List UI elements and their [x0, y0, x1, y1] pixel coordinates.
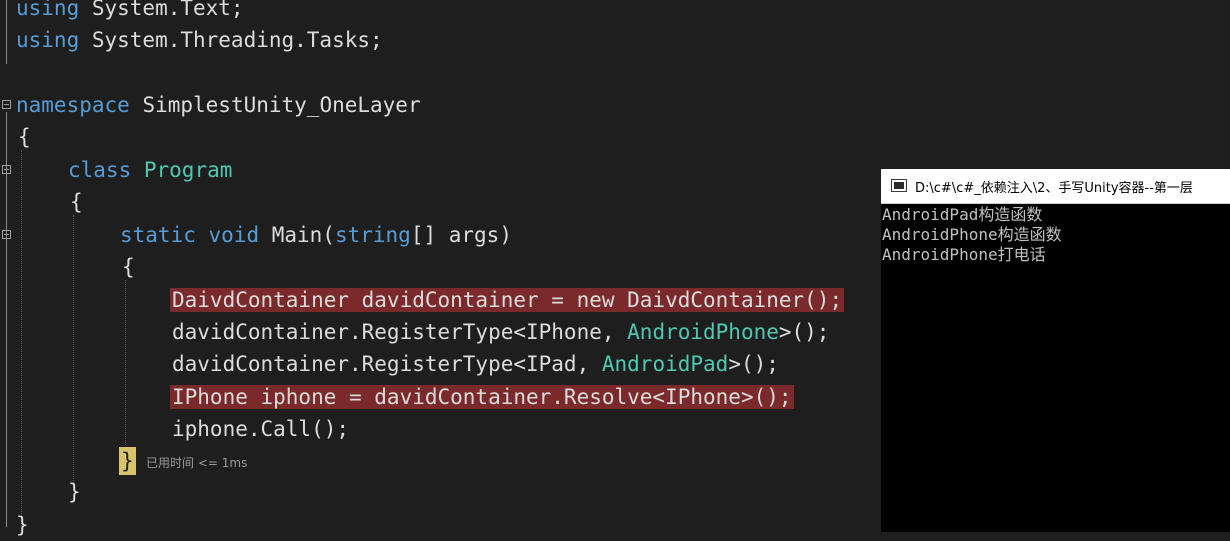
code-line[interactable]: iphone.Call(); [172, 413, 349, 445]
code-line[interactable]: using System.Text; [16, 0, 244, 24]
code-token: SimplestUnity_OneLayer [129, 93, 421, 117]
console-output-line: AndroidPad构造函数 [882, 205, 1043, 224]
indent-guide [125, 280, 126, 445]
code-token: } [16, 513, 29, 537]
code-line[interactable]: { [18, 121, 31, 153]
code-token: iphone.Call(); [172, 417, 350, 441]
indent-guide [73, 215, 74, 491]
keyword-token: string [334, 223, 411, 247]
code-line[interactable]: namespace SimplestUnity_OneLayer [16, 89, 421, 121]
code-line[interactable]: using System.Threading.Tasks; [16, 24, 383, 56]
code-token: DaivdContainer davidContainer = new Daiv… [172, 288, 843, 312]
keyword-token: namespace [16, 93, 130, 117]
matched-brace: } [119, 447, 136, 475]
breakpoint-highlight: IPhone iphone = davidContainer.Resolve<I… [170, 385, 794, 409]
console-output-line: AndroidPhone构造函数 [882, 225, 1062, 244]
code-token: System.Threading.Tasks; [79, 28, 383, 52]
code-line[interactable]: davidContainer.RegisterType<IPad, Androi… [172, 348, 779, 380]
code-line[interactable]: } [68, 476, 81, 508]
code-token: { [18, 125, 31, 149]
indent-guide [21, 150, 22, 526]
type-token: AndroidPhone [627, 320, 779, 344]
collapse-namespace-icon[interactable] [2, 100, 11, 109]
keyword-token: using [16, 0, 80, 20]
console-titlebar[interactable]: D:\c#\c#_依赖注入\2、手写Unity容器--第一层 [881, 169, 1230, 204]
code-token: davidContainer.RegisterType<IPad, [172, 352, 602, 376]
code-line[interactable]: static void Main(string[] args) [120, 219, 512, 251]
code-line[interactable]: IPhone iphone = davidContainer.Resolve<I… [170, 381, 794, 413]
console-window[interactable]: D:\c#\c#_依赖注入\2、手写Unity容器--第一层 AndroidPa… [881, 169, 1230, 532]
code-line[interactable]: DaivdContainer davidContainer = new Daiv… [170, 284, 845, 316]
code-line[interactable]: { [70, 186, 83, 218]
code-token: } [68, 480, 81, 504]
code-token: { [70, 190, 83, 214]
code-token: { [122, 255, 135, 279]
console-output-line: AndroidPhone打电话 [882, 245, 1046, 264]
keyword-token: static [120, 223, 196, 247]
type-token: Program [143, 158, 233, 182]
console-output: AndroidPad构造函数 AndroidPhone构造函数 AndroidP… [882, 205, 1062, 265]
perf-tip[interactable]: 已用时间 <= 1ms [146, 454, 247, 471]
breakpoint-highlight: DaivdContainer davidContainer = new Daiv… [170, 288, 845, 312]
code-line[interactable]: davidContainer.RegisterType<IPhone, Andr… [172, 316, 829, 348]
code-token: >(); [728, 352, 779, 376]
keyword-token: void [208, 223, 260, 247]
collapse-method-icon[interactable] [2, 230, 11, 239]
code-token: >(); [778, 320, 830, 344]
code-line[interactable]: } [16, 509, 29, 541]
code-token: [] args) [410, 223, 512, 247]
keyword-token: class [68, 158, 132, 182]
type-token: AndroidPad [601, 352, 729, 376]
code-token: System.Text; [79, 0, 244, 20]
outline-bar [6, 112, 7, 527]
code-line[interactable]: class Program [68, 154, 232, 186]
code-line[interactable]: { [122, 251, 135, 283]
code-token: IPhone iphone = davidContainer.Resolve<I… [172, 385, 792, 409]
keyword-token: using [16, 28, 80, 52]
console-title: D:\c#\c#_依赖注入\2、手写Unity容器--第一层 [915, 181, 1193, 196]
console-app-icon [891, 179, 907, 192]
code-token: davidContainer.RegisterType<IPhone, [172, 320, 628, 344]
collapse-class-icon[interactable] [2, 165, 11, 174]
code-token: Main( [259, 223, 335, 247]
outline-bar [6, 0, 7, 64]
